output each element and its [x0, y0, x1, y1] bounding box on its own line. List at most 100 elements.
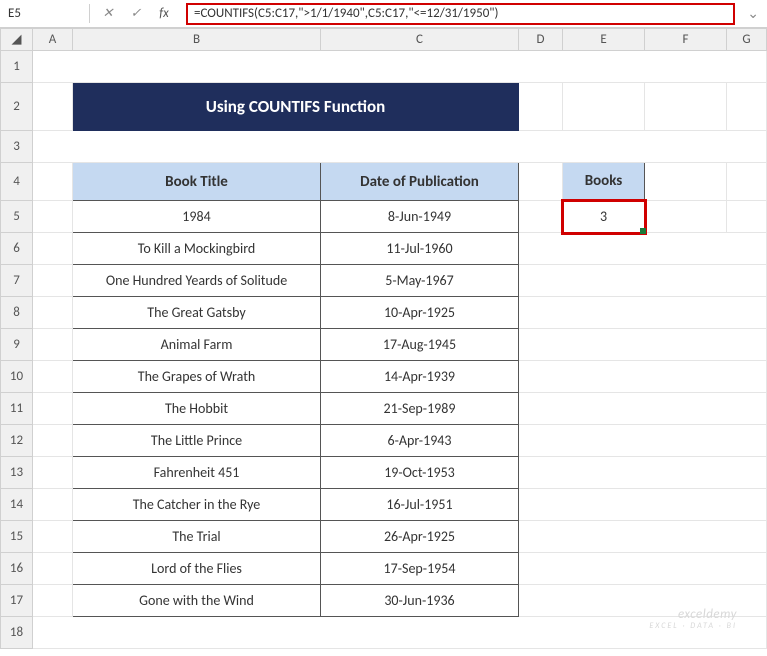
row-header-5[interactable]: 5 [1, 201, 33, 233]
book-title-cell[interactable]: The Great Gatsby [73, 297, 321, 329]
cell[interactable] [33, 131, 767, 163]
enter-icon[interactable]: ✓ [128, 6, 144, 22]
row-header-16[interactable]: 16 [1, 553, 33, 585]
col-header-D[interactable]: D [519, 29, 563, 51]
book-title-cell[interactable]: The Trial [73, 521, 321, 553]
cell[interactable] [33, 489, 73, 521]
row-header-1[interactable]: 1 [1, 51, 33, 83]
cell[interactable] [33, 585, 73, 617]
date-cell[interactable]: 17-Sep-1954 [321, 553, 519, 585]
book-title-cell[interactable]: To Kill a Mockingbird [73, 233, 321, 265]
book-title-cell[interactable]: The Catcher in the Rye [73, 489, 321, 521]
cell[interactable] [519, 201, 563, 233]
expand-formula-bar-icon[interactable]: ⌄ [739, 5, 767, 22]
cell[interactable] [33, 521, 73, 553]
cell[interactable] [33, 329, 73, 361]
book-title-cell[interactable]: Lord of the Flies [73, 553, 321, 585]
cell[interactable] [33, 553, 73, 585]
date-cell[interactable]: 10-Apr-1925 [321, 297, 519, 329]
date-cell[interactable]: 26-Apr-1925 [321, 521, 519, 553]
col-header-G[interactable]: G [727, 29, 767, 51]
row-header-15[interactable]: 15 [1, 521, 33, 553]
col-header-E[interactable]: E [563, 29, 645, 51]
cell[interactable] [519, 297, 767, 329]
book-title-cell[interactable]: The Hobbit [73, 393, 321, 425]
cell[interactable] [519, 489, 767, 521]
cell[interactable] [519, 233, 767, 265]
date-cell[interactable]: 5-May-1967 [321, 265, 519, 297]
cell[interactable] [33, 83, 73, 131]
date-cell[interactable]: 11-Jul-1960 [321, 233, 519, 265]
row-header-17[interactable]: 17 [1, 585, 33, 617]
cell[interactable] [563, 83, 645, 131]
column-headers[interactable]: ◢ A B C D E F G [1, 29, 767, 51]
cell[interactable] [645, 201, 727, 233]
cell[interactable] [727, 83, 767, 131]
name-box[interactable]: E5 [0, 4, 90, 23]
col-header-F[interactable]: F [645, 29, 727, 51]
book-title-cell[interactable]: One Hundred Yeards of Solitude [73, 265, 321, 297]
book-title-cell[interactable]: Gone with the Wind [73, 585, 321, 617]
date-cell[interactable]: 19-Oct-1953 [321, 457, 519, 489]
cell[interactable] [519, 163, 563, 201]
book-title-cell[interactable]: The Grapes of Wrath [73, 361, 321, 393]
cell[interactable] [33, 393, 73, 425]
col-header-B[interactable]: B [73, 29, 321, 51]
date-cell[interactable]: 16-Jul-1951 [321, 489, 519, 521]
date-cell[interactable]: 21-Sep-1989 [321, 393, 519, 425]
date-cell[interactable]: 8-Jun-1949 [321, 201, 519, 233]
row-header-9[interactable]: 9 [1, 329, 33, 361]
row-header-3[interactable]: 3 [1, 131, 33, 163]
select-all-corner[interactable]: ◢ [1, 29, 33, 51]
books-result-cell[interactable]: 3 [563, 201, 645, 233]
row-header-10[interactable]: 10 [1, 361, 33, 393]
cell[interactable] [645, 83, 727, 131]
cell[interactable] [519, 361, 767, 393]
cell[interactable] [519, 521, 767, 553]
row-header-11[interactable]: 11 [1, 393, 33, 425]
cell[interactable] [33, 51, 767, 83]
book-title-cell[interactable]: Animal Farm [73, 329, 321, 361]
sheet-area: ◢ A B C D E F G 1 2 Using COUNTIFS Funct… [0, 28, 767, 649]
cell[interactable] [519, 83, 563, 131]
row-header-8[interactable]: 8 [1, 297, 33, 329]
cell[interactable] [645, 163, 727, 201]
formula-input[interactable]: =COUNTIFS(C5:C17,">1/1/1940",C5:C17,"<=1… [186, 3, 735, 25]
date-cell[interactable]: 6-Apr-1943 [321, 425, 519, 457]
date-cell[interactable]: 14-Apr-1939 [321, 361, 519, 393]
cell[interactable] [33, 265, 73, 297]
row-header-2[interactable]: 2 [1, 83, 33, 131]
cell[interactable] [519, 553, 767, 585]
row-header-14[interactable]: 14 [1, 489, 33, 521]
row-header-4[interactable]: 4 [1, 163, 33, 201]
cell[interactable] [33, 233, 73, 265]
book-title-cell[interactable]: 1984 [73, 201, 321, 233]
row-header-18[interactable]: 18 [1, 617, 33, 649]
cell[interactable] [519, 393, 767, 425]
row-header-13[interactable]: 13 [1, 457, 33, 489]
fx-icon[interactable]: fx [156, 6, 172, 22]
cell[interactable] [727, 201, 767, 233]
book-title-cell[interactable]: The Little Prince [73, 425, 321, 457]
cell[interactable] [33, 163, 73, 201]
row-header-6[interactable]: 6 [1, 233, 33, 265]
cell[interactable] [33, 361, 73, 393]
cell[interactable] [519, 425, 767, 457]
cell[interactable] [33, 297, 73, 329]
cell[interactable] [33, 425, 73, 457]
book-title-cell[interactable]: Fahrenheit 451 [73, 457, 321, 489]
date-cell[interactable]: 30-Jun-1936 [321, 585, 519, 617]
row-header-12[interactable]: 12 [1, 425, 33, 457]
row-header-7[interactable]: 7 [1, 265, 33, 297]
date-cell[interactable]: 17-Aug-1945 [321, 329, 519, 361]
col-header-A[interactable]: A [33, 29, 73, 51]
cell[interactable] [519, 265, 767, 297]
spreadsheet-grid[interactable]: ◢ A B C D E F G 1 2 Using COUNTIFS Funct… [0, 28, 767, 649]
col-header-C[interactable]: C [321, 29, 519, 51]
cell[interactable] [33, 201, 73, 233]
cancel-icon[interactable]: ✕ [100, 6, 116, 22]
cell[interactable] [727, 163, 767, 201]
cell[interactable] [519, 329, 767, 361]
cell[interactable] [519, 457, 767, 489]
cell[interactable] [33, 457, 73, 489]
